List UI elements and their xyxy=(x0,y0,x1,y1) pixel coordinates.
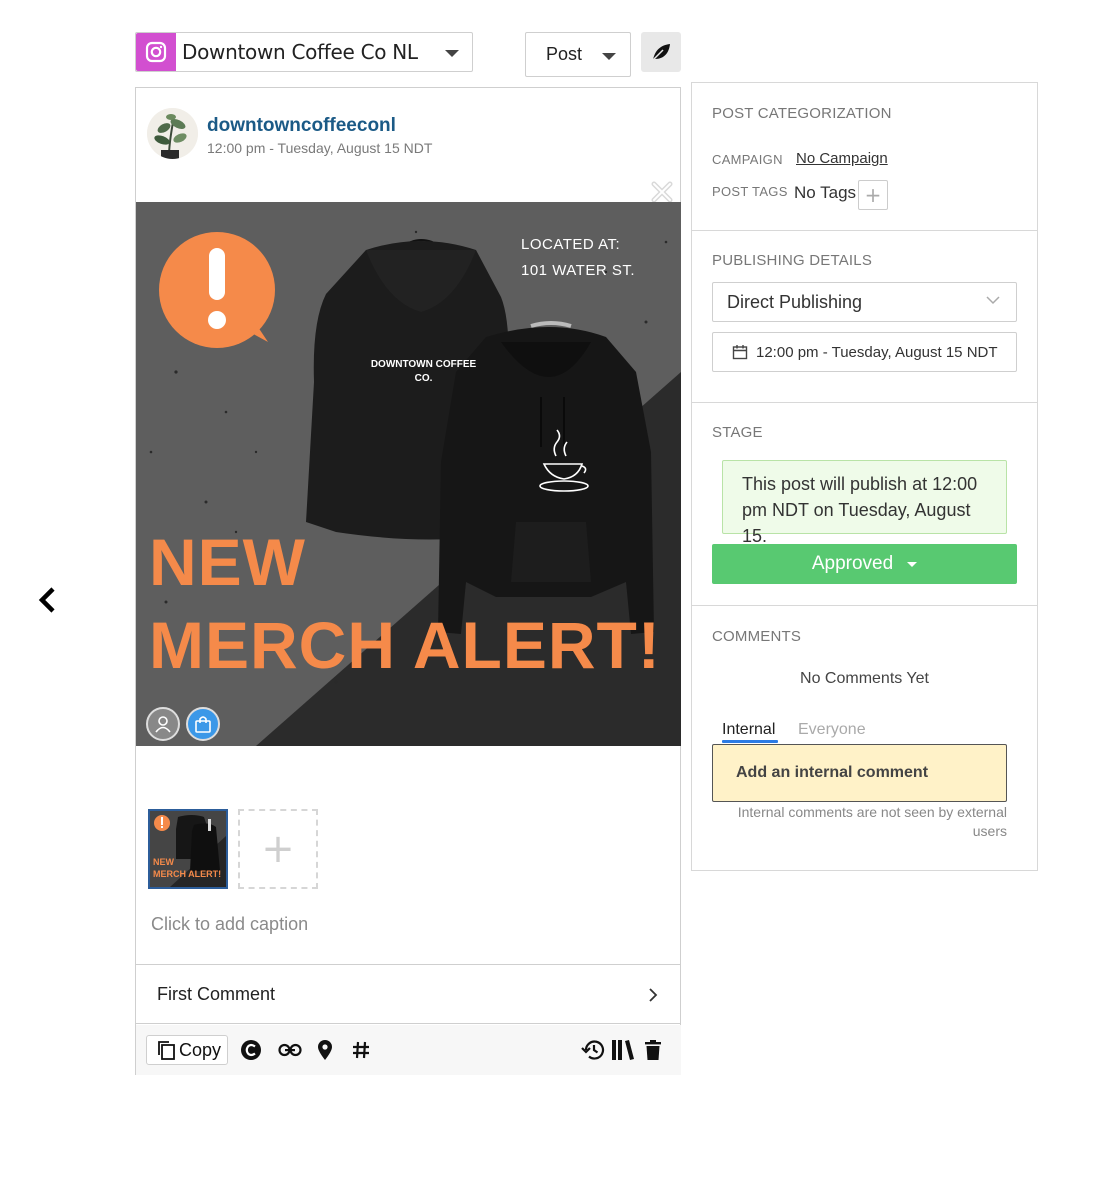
trash-icon[interactable] xyxy=(641,1038,665,1062)
copy-button[interactable]: Copy xyxy=(146,1035,228,1065)
publishing-title: PUBLISHING DETAILS xyxy=(712,252,873,269)
post-preview-card: downtowncoffeeconl 12:00 pm - Tuesday, A… xyxy=(135,87,681,1075)
c-icon[interactable] xyxy=(239,1038,263,1062)
account-name: Downtown Coffee Co NL xyxy=(182,40,418,64)
post-media-image[interactable]: LOCATED AT: 101 WATER ST. DOWNTOWN COFFE… xyxy=(136,202,681,746)
shopping-bag-icon[interactable] xyxy=(186,707,220,741)
publish-datetime-value: 12:00 pm - Tuesday, August 15 NDT xyxy=(756,343,998,361)
hoodie-text-line2: CO. xyxy=(414,373,433,384)
active-tab-indicator xyxy=(722,740,778,743)
chevron-right-icon xyxy=(649,988,658,1002)
user-tag-icon[interactable] xyxy=(146,707,180,741)
categorization-section: POST CATEGORIZATION CAMPAIGN No Campaign… xyxy=(692,83,1037,231)
thumbnail-text-line2: MERCH ALERT! xyxy=(153,869,222,879)
publishing-method-value: Direct Publishing xyxy=(727,291,863,312)
location-icon[interactable] xyxy=(313,1038,337,1062)
publishing-section: PUBLISHING DETAILS Direct Publishing 12:… xyxy=(692,231,1037,403)
add-media-button[interactable]: + xyxy=(238,809,318,889)
tab-everyone[interactable]: Everyone xyxy=(798,721,866,739)
post-tags-label: POST TAGS xyxy=(712,184,788,199)
chevron-down-icon xyxy=(445,50,459,57)
copy-label: Copy xyxy=(179,1039,222,1060)
hoodie-print-text: DOWNTOWN COFFEE CO. xyxy=(366,358,481,386)
media-headline-line2: MERCH ALERT! xyxy=(149,608,661,682)
media-thumbnail[interactable]: NEW MERCH ALERT! xyxy=(148,809,228,889)
campaign-label: CAMPAIGN xyxy=(712,152,783,167)
post-time: 12:00 pm - Tuesday, August 15 NDT xyxy=(207,140,433,156)
media-located-line1: LOCATED AT: xyxy=(521,236,621,253)
post-type-dropdown[interactable]: Post xyxy=(525,32,631,77)
internal-comment-input[interactable]: Add an internal comment xyxy=(712,744,1007,802)
approval-status-label: Approved xyxy=(811,553,894,574)
stage-title: STAGE xyxy=(712,424,763,441)
calendar-icon xyxy=(732,345,748,360)
first-comment-row[interactable]: First Comment xyxy=(136,964,681,1024)
comments-title: COMMENTS xyxy=(712,628,802,645)
post-username[interactable]: downtowncoffeeconl xyxy=(207,115,396,137)
campaign-link[interactable]: No Campaign xyxy=(796,150,888,167)
caption-input[interactable]: Click to add caption xyxy=(151,914,308,935)
stage-note: This post will publish at 12:00 pm NDT o… xyxy=(722,460,1007,546)
post-type-label: Post xyxy=(546,44,583,64)
close-icon[interactable] xyxy=(651,181,673,203)
avatar xyxy=(147,108,198,159)
copy-icon xyxy=(158,1041,175,1060)
thumbnail-text-line1: NEW xyxy=(153,857,174,867)
no-comments-text: No Comments Yet xyxy=(800,670,929,687)
publish-datetime-field[interactable]: 12:00 pm - Tuesday, August 15 NDT xyxy=(712,332,1017,372)
post-tags-value: No Tags xyxy=(794,183,857,202)
hashtag-icon[interactable] xyxy=(349,1038,373,1062)
media-located-line2: 101 WATER ST. xyxy=(521,262,636,279)
link-icon[interactable] xyxy=(278,1038,302,1062)
approval-status-button[interactable]: Approved xyxy=(712,544,1017,584)
media-headline-line1: NEW xyxy=(149,525,306,599)
caret-down-icon xyxy=(907,561,918,567)
account-selector[interactable]: Downtown Coffee Co NL xyxy=(135,32,473,72)
chevron-down-icon xyxy=(602,53,616,60)
internal-comment-note: Internal comments are not seen by extern… xyxy=(737,804,1007,839)
post-details-panel: POST CATEGORIZATION CAMPAIGN No Campaign… xyxy=(691,82,1038,871)
library-icon[interactable] xyxy=(611,1038,635,1062)
back-arrow-icon[interactable] xyxy=(36,586,60,614)
comment-input-placeholder: Add an internal comment xyxy=(736,764,929,781)
publishing-method-select[interactable]: Direct Publishing xyxy=(712,282,1017,322)
add-tag-button[interactable]: + xyxy=(858,180,888,210)
leaf-button[interactable] xyxy=(641,32,681,72)
categorization-title: POST CATEGORIZATION xyxy=(712,105,892,122)
media-location-text: LOCATED AT: 101 WATER ST. xyxy=(521,232,635,284)
post-toolbar: Copy xyxy=(136,1025,681,1075)
chevron-down-icon xyxy=(986,296,1000,305)
instagram-icon xyxy=(136,33,176,71)
hoodie-text-line1: DOWNTOWN COFFEE xyxy=(370,359,477,370)
history-icon[interactable] xyxy=(581,1038,605,1062)
first-comment-label: First Comment xyxy=(157,983,276,1004)
tab-internal[interactable]: Internal xyxy=(722,721,775,739)
leaf-icon xyxy=(652,44,670,61)
